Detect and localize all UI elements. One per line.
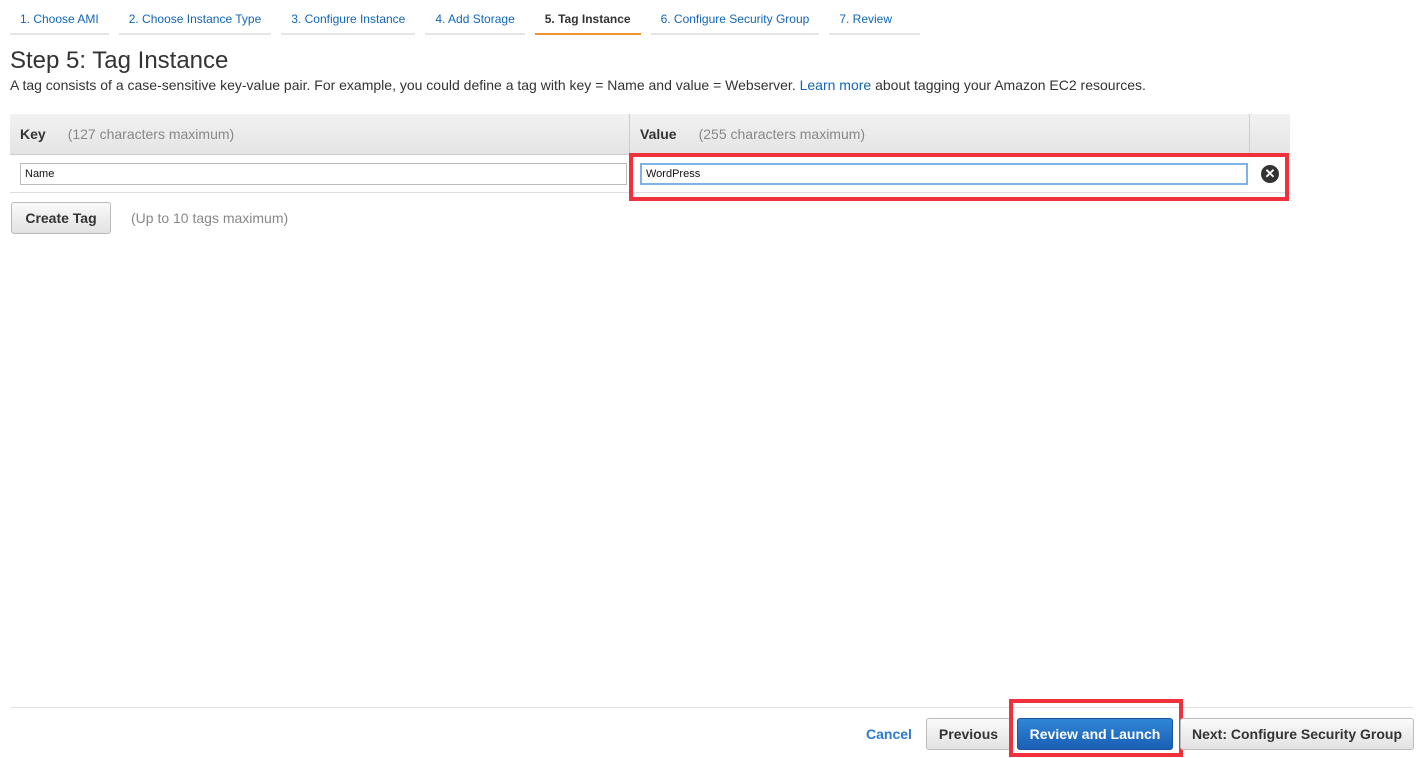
description: A tag consists of a case-sensitive key-v… [10, 77, 1146, 93]
tab-choose-instance-type[interactable]: 2. Choose Instance Type [118, 8, 272, 35]
tab-tag-instance[interactable]: 5. Tag Instance [534, 8, 641, 35]
learn-more-link[interactable]: Learn more [800, 77, 872, 93]
previous-button[interactable]: Previous [926, 718, 1011, 750]
highlight-box-review [1009, 699, 1183, 757]
tab-add-storage[interactable]: 4. Add Storage [425, 8, 525, 35]
tab-configure-security-group[interactable]: 6. Configure Security Group [650, 8, 820, 35]
tab-review[interactable]: 7. Review [829, 8, 920, 35]
highlight-box-value [629, 153, 1289, 201]
value-header: Value [640, 126, 677, 142]
value-hint: (255 characters maximum) [698, 126, 866, 142]
cancel-link[interactable]: Cancel [866, 726, 912, 742]
key-hint: (127 characters maximum) [67, 126, 235, 142]
create-tag-button[interactable]: Create Tag [11, 202, 111, 234]
description-text: A tag consists of a case-sensitive key-v… [10, 77, 800, 93]
key-column-header: Key (127 characters maximum) [10, 114, 630, 154]
description-text-end: about tagging your Amazon EC2 resources. [871, 77, 1146, 93]
value-column-header: Value (255 characters maximum) [630, 114, 1250, 154]
footer-divider [10, 707, 1414, 708]
next-configure-security-group-button[interactable]: Next: Configure Security Group [1180, 718, 1414, 750]
key-input[interactable] [20, 162, 627, 185]
tab-choose-ami[interactable]: 1. Choose AMI [10, 8, 109, 35]
tab-configure-instance[interactable]: 3. Configure Instance [281, 8, 416, 35]
create-tag-hint: (Up to 10 tags maximum) [131, 210, 289, 226]
wizard-steps: 1. Choose AMI 2. Choose Instance Type 3.… [10, 8, 920, 35]
table-header: Key (127 characters maximum) Value (255 ch… [10, 114, 1290, 155]
key-header: Key [20, 126, 46, 142]
page-title: Step 5: Tag Instance [10, 47, 229, 74]
